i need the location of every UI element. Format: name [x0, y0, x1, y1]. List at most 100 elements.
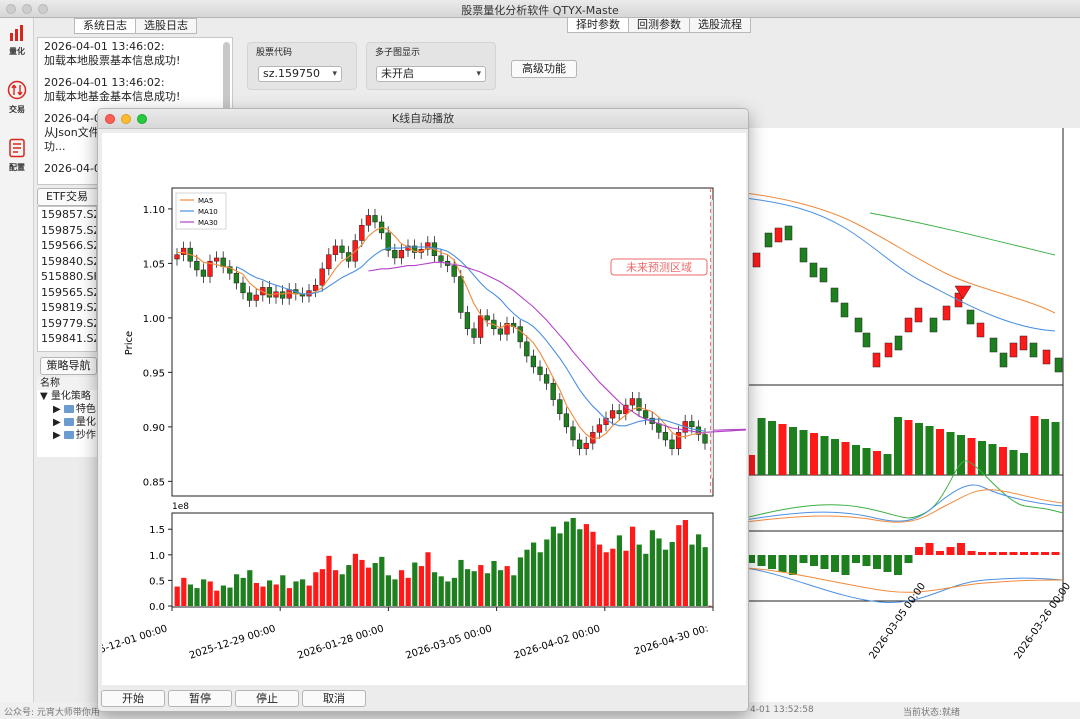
list-item[interactable]: 159875.SZ| [38, 223, 96, 239]
rail-label-quant: 量化 [9, 47, 25, 56]
candle [557, 399, 563, 415]
candle [517, 326, 523, 343]
multi-subplot-select[interactable]: 未开启 ▾ [376, 66, 486, 82]
candle [537, 366, 543, 375]
macd-bar [957, 543, 965, 555]
volume-bar [326, 555, 332, 606]
list-item[interactable]: 159565.SZ| [38, 285, 96, 301]
log-entry: 2026-04-01 13:46:02: 加载本地股票基本信息成功! [44, 40, 181, 67]
rail-label-config: 配置 [9, 163, 25, 172]
candle [862, 332, 871, 348]
macd-bar [768, 555, 776, 569]
volume-bar [999, 447, 1007, 475]
list-item[interactable]: 159857.SZ| [38, 207, 96, 223]
macd-bar [757, 555, 766, 566]
volume-bar [181, 577, 187, 606]
etf-pool-tab[interactable]: ETF交易池 [37, 188, 99, 219]
pause-button[interactable]: 暂停 [168, 690, 232, 707]
candle [550, 383, 556, 400]
macd-bar [936, 551, 944, 555]
macd-bar [862, 555, 871, 566]
list-item[interactable]: 159779.SZ| [38, 316, 96, 332]
rail-item-quant[interactable]: 量化 [2, 24, 32, 57]
macd-bar [883, 555, 892, 572]
kline-minimize-button[interactable] [121, 114, 131, 124]
log-tabs: 系统日志 选股日志 [74, 18, 197, 34]
list-item[interactable]: 159566.SZ| [38, 238, 96, 254]
y-tick-label: 1.05 [143, 259, 165, 270]
candle [326, 254, 332, 270]
volume-bar [702, 547, 708, 606]
tree-node[interactable]: ▶ 特色 [37, 403, 97, 416]
volume-bar [789, 427, 797, 475]
folder-icon [63, 405, 74, 413]
tab-select-flow[interactable]: 选股流程 [690, 17, 751, 33]
volume-bar [399, 570, 405, 606]
advanced-button[interactable]: 高级功能 [511, 60, 577, 78]
y-tick-label: 0.0 [149, 602, 165, 613]
list-item[interactable]: 515880.SH| [38, 269, 96, 285]
volume-bar [810, 433, 818, 475]
macd-bar [904, 555, 913, 563]
volume-bar [570, 517, 576, 606]
volume-bar [194, 588, 200, 606]
stock-code-select[interactable]: sz.159750 ▾ [258, 66, 342, 82]
candle [233, 272, 240, 284]
volume-bar [280, 575, 286, 606]
rail-item-trade[interactable]: 交易 [2, 80, 32, 115]
volume-bar [537, 552, 543, 606]
volume-bar [366, 567, 372, 606]
candle [689, 421, 695, 428]
cancel-button[interactable]: 取消 [302, 690, 366, 707]
stop-button[interactable]: 停止 [235, 690, 299, 707]
candle [929, 317, 938, 333]
list-item[interactable]: 159840.SZ| [38, 254, 96, 270]
tree-node[interactable]: ▶ 抄作 [37, 429, 97, 442]
volume-bar [852, 445, 860, 475]
strategy-nav-button[interactable]: 策略导航 [40, 357, 97, 375]
tab-system-log[interactable]: 系统日志 [74, 18, 136, 34]
volume-bar [465, 569, 471, 606]
candle [253, 294, 259, 301]
volume-bar [491, 560, 497, 606]
macd-bar [925, 543, 934, 555]
candle [471, 328, 477, 338]
start-button[interactable]: 开始 [101, 690, 165, 707]
kline-zoom-button[interactable] [137, 114, 147, 124]
rail-item-config[interactable]: 配置 [2, 138, 32, 173]
volume-bar [240, 577, 246, 606]
volume-bar [339, 574, 345, 606]
volume-bar [438, 576, 444, 606]
volume-bar [663, 549, 669, 606]
volume-bar [372, 563, 378, 606]
volume-bar [603, 552, 609, 606]
legend-ma10: MA10 [198, 208, 218, 216]
candle [279, 291, 286, 299]
candle [914, 307, 923, 323]
volume-bar [894, 417, 902, 475]
candle [240, 282, 246, 294]
kline-close-button[interactable] [105, 114, 115, 124]
volume-bar [831, 439, 839, 475]
candle [484, 315, 490, 321]
list-item[interactable]: 159819.SZ| [38, 300, 96, 316]
tab-backtest-params[interactable]: 回测参数 [629, 17, 690, 33]
volume-bar [234, 574, 240, 606]
candle [764, 232, 773, 248]
list-item[interactable]: 159841.SZ| [38, 331, 96, 347]
tree-node[interactable]: ▶ 量化 [37, 416, 97, 429]
tree-root[interactable]: ▼ 量化策略 [37, 390, 97, 403]
macd-bar [1009, 552, 1018, 555]
main-titlebar: 股票量化分析软件 QTYX-Maste [0, 0, 1080, 18]
volume-bar [319, 569, 325, 606]
legend-ma5: MA5 [198, 197, 213, 205]
candle [669, 439, 675, 449]
volume-bar [227, 587, 233, 606]
volume-bar [187, 584, 193, 606]
volume-bar [1041, 419, 1049, 475]
tab-select-log[interactable]: 选股日志 [136, 18, 197, 34]
volume-bar [247, 570, 253, 606]
price-ylabel: Price [124, 331, 135, 355]
tab-timing-params[interactable]: 择时参数 [567, 17, 629, 33]
candle [200, 269, 207, 277]
